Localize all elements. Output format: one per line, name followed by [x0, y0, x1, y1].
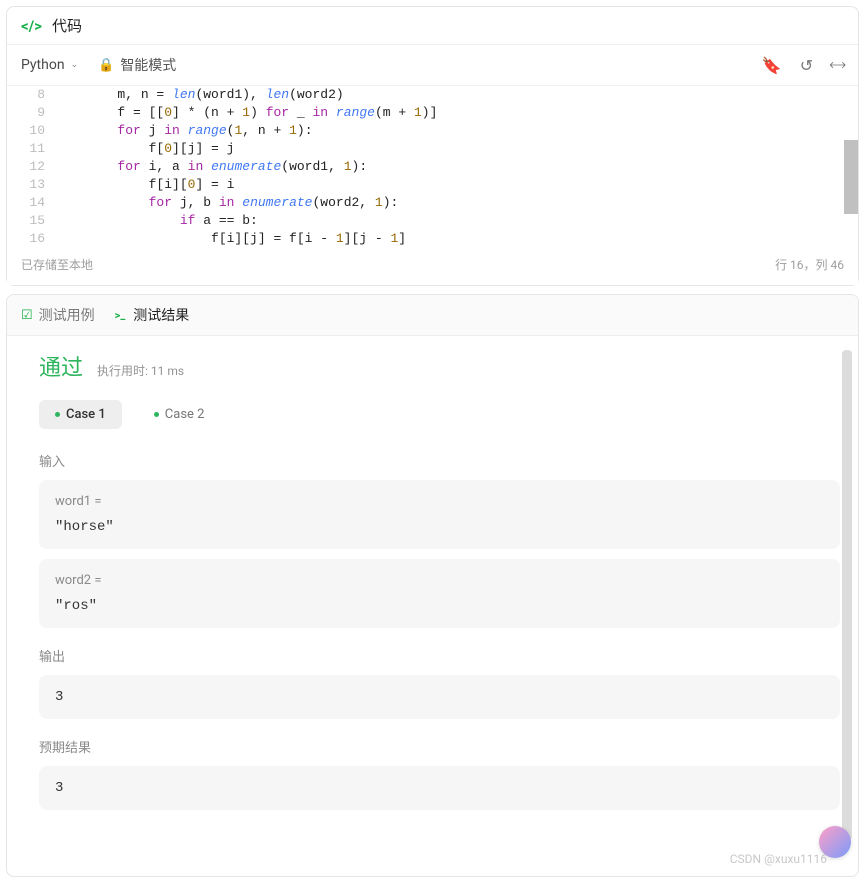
case-tabs: Case 1 Case 2: [39, 400, 840, 429]
input-1-value: "horse": [55, 519, 824, 535]
save-status: 已存储至本地: [21, 256, 93, 273]
mode-label: 智能模式: [120, 55, 176, 75]
terminal-icon: >_: [115, 309, 126, 322]
toolbar-right: 🔖 ↺ ⤢: [762, 55, 844, 75]
smart-mode[interactable]: 🔒 智能模式: [98, 55, 176, 75]
bookmark-icon[interactable]: 🔖: [762, 56, 782, 75]
tab-result[interactable]: >_ 测试结果: [115, 305, 190, 325]
result-body: 通过 执行用时: 11 ms Case 1 Case 2 输入 word1 = …: [7, 336, 858, 876]
toolbar-left: Python ⌄ 🔒 智能模式: [21, 55, 176, 75]
status-dot-icon: [55, 412, 60, 417]
line-gutter: 8910111213141516: [7, 86, 55, 246]
lock-icon: 🔒: [98, 58, 114, 73]
code-title: 代码: [52, 15, 82, 36]
editor-status-bar: 已存储至本地 行 16，列 46: [7, 246, 858, 285]
chevron-down-icon: ⌄: [71, 60, 79, 70]
code-panel-header: </> 代码: [7, 7, 858, 45]
code-toolbar: Python ⌄ 🔒 智能模式 🔖 ↺ ⤢: [7, 45, 858, 86]
result-runtime: 执行用时: 11 ms: [97, 362, 184, 379]
result-status: 通过: [39, 350, 83, 382]
testcase-tabs: ☑ 测试用例 >_ 测试结果: [7, 295, 858, 336]
language-label: Python: [21, 57, 65, 73]
code-lines[interactable]: m, n = len(word1), len(word2) f = [[0] *…: [55, 86, 858, 246]
code-editor[interactable]: 8910111213141516 m, n = len(word1), len(…: [7, 86, 858, 246]
code-icon: </>: [21, 17, 42, 35]
input-1-key: word1 =: [55, 494, 824, 509]
checkbox-icon: ☑: [21, 308, 33, 323]
code-panel: </> 代码 Python ⌄ 🔒 智能模式 🔖 ↺ ⤢ 89101112131…: [6, 6, 859, 286]
output-section-label: 输出: [39, 646, 840, 665]
expected-box[interactable]: 3: [39, 766, 840, 810]
case-1-label: Case 1: [66, 407, 106, 422]
expected-section-label: 预期结果: [39, 737, 840, 756]
expected-value: 3: [55, 780, 824, 796]
results-scrollbar[interactable]: [842, 350, 852, 840]
result-header: 通过 执行用时: 11 ms: [39, 350, 840, 382]
undo-icon[interactable]: ↺: [800, 56, 813, 75]
input-2-key: word2 =: [55, 573, 824, 588]
watermark: CSDN @xuxu1116: [730, 852, 827, 866]
expand-icon[interactable]: ⤢: [831, 55, 844, 75]
assistant-fab[interactable]: [819, 826, 851, 858]
output-box[interactable]: 3: [39, 675, 840, 719]
status-dot-icon: [154, 412, 159, 417]
case-1-tab[interactable]: Case 1: [39, 400, 122, 429]
cursor-position: 行 16，列 46: [775, 256, 844, 273]
input-section-label: 输入: [39, 451, 840, 470]
case-2-tab[interactable]: Case 2: [138, 400, 221, 429]
tab-result-label: 测试结果: [133, 305, 189, 325]
tab-testcase[interactable]: ☑ 测试用例: [21, 305, 95, 325]
scrollbar-thumb[interactable]: [844, 140, 858, 214]
input-2-value: "ros": [55, 598, 824, 614]
input-box-2[interactable]: word2 = "ros": [39, 559, 840, 628]
output-value: 3: [55, 689, 824, 705]
input-box-1[interactable]: word1 = "horse": [39, 480, 840, 549]
testcase-panel: ☑ 测试用例 >_ 测试结果 通过 执行用时: 11 ms Case 1 Cas…: [6, 294, 859, 877]
language-selector[interactable]: Python ⌄: [21, 57, 78, 73]
case-2-label: Case 2: [165, 407, 205, 422]
tab-testcase-label: 测试用例: [39, 305, 95, 325]
